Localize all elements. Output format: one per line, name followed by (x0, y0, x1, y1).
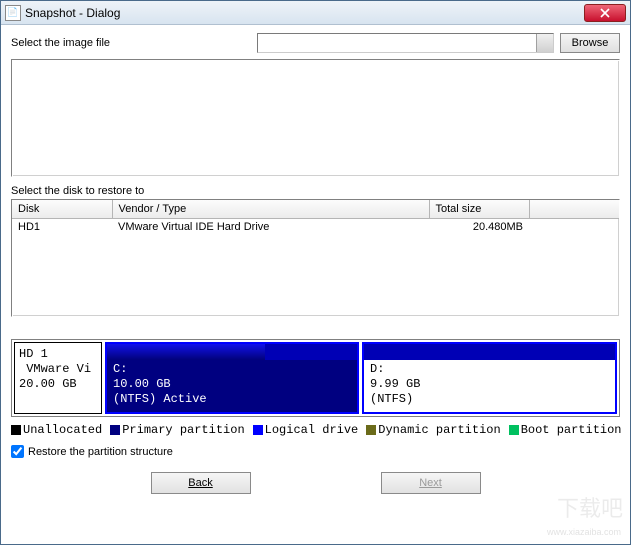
col-header-blank[interactable] (529, 200, 619, 218)
legend-logical: Logical drive (265, 423, 359, 437)
partition-c-fs: (NTFS) Active (113, 392, 207, 406)
browse-button[interactable]: Browse (560, 33, 620, 53)
col-header-disk[interactable]: Disk (12, 200, 112, 218)
swatch-logical-icon (253, 425, 263, 435)
dropdown-arrow-icon (541, 40, 549, 45)
close-button[interactable] (584, 4, 626, 22)
image-file-row: Select the image file Browse (11, 33, 620, 53)
partition-d-drive: D: (370, 362, 384, 376)
legend-dynamic: Dynamic partition (378, 423, 500, 437)
partition-d-body: D: 9.99 GB (NTFS) (364, 360, 615, 412)
col-header-vendor[interactable]: Vendor / Type (112, 200, 429, 218)
partition-d-fs: (NTFS) (370, 392, 413, 406)
partition-c-size: 10.00 GB (113, 377, 171, 391)
window-title: Snapshot - Dialog (25, 6, 584, 20)
partitions-container: C: 10.00 GB (NTFS) Active D: 9.99 GB (NT… (105, 342, 617, 414)
cell-disk: HD1 (12, 218, 112, 235)
swatch-primary-icon (110, 425, 120, 435)
col-header-size[interactable]: Total size (429, 200, 529, 218)
swatch-boot-icon (509, 425, 519, 435)
cell-blank (529, 218, 619, 235)
table-row[interactable]: HD1 VMware Virtual IDE Hard Drive 20.480… (12, 218, 619, 235)
back-button[interactable]: Back (151, 472, 251, 494)
restore-structure-row: Restore the partition structure (11, 445, 620, 458)
cell-size: 20.480MB (429, 218, 529, 235)
next-button: Next (381, 472, 481, 494)
partition-c-body: C: 10.00 GB (NTFS) Active (107, 360, 357, 412)
restore-structure-label: Restore the partition structure (28, 446, 173, 458)
app-icon: 📄 (5, 5, 21, 21)
nav-button-row: Back Next (11, 472, 620, 494)
dialog-window: 📄 Snapshot - Dialog Select the image fil… (0, 0, 631, 545)
legend-boot: Boot partition (521, 423, 622, 437)
disk-table: Disk Vendor / Type Total size HD1 VMware… (12, 200, 619, 235)
partition-c-header (107, 344, 357, 360)
restore-structure-checkbox[interactable] (11, 445, 24, 458)
image-file-dropdown[interactable] (257, 33, 554, 53)
partition-d-size: 9.99 GB (370, 377, 420, 391)
table-header-row: Disk Vendor / Type Total size (12, 200, 619, 218)
partition-legend: Unallocated Primary partition Logical dr… (11, 423, 620, 437)
disk-info-size: 20.00 GB (19, 377, 77, 391)
partition-d[interactable]: D: 9.99 GB (NTFS) (362, 342, 617, 414)
disk-info-name: HD 1 (19, 347, 48, 361)
image-file-label: Select the image file (11, 37, 251, 49)
disk-info-box: HD 1 VMware Vi 20.00 GB (14, 342, 102, 414)
swatch-dynamic-icon (366, 425, 376, 435)
partition-c[interactable]: C: 10.00 GB (NTFS) Active (105, 342, 359, 414)
titlebar[interactable]: 📄 Snapshot - Dialog (1, 1, 630, 25)
cell-vendor: VMware Virtual IDE Hard Drive (112, 218, 429, 235)
partition-c-drive: C: (113, 362, 127, 376)
partition-d-header (364, 344, 615, 360)
image-info-panel (11, 59, 620, 177)
dialog-content: Select the image file Browse Select the … (1, 25, 630, 544)
disk-info-vendor: VMware Vi (26, 362, 91, 376)
disk-table-panel: Disk Vendor / Type Total size HD1 VMware… (11, 199, 620, 317)
disk-select-label: Select the disk to restore to (11, 185, 620, 197)
partition-map-panel: HD 1 VMware Vi 20.00 GB C: 10.00 GB (NTF… (11, 339, 620, 417)
swatch-unallocated-icon (11, 425, 21, 435)
legend-primary: Primary partition (122, 423, 244, 437)
legend-unallocated: Unallocated (23, 423, 102, 437)
